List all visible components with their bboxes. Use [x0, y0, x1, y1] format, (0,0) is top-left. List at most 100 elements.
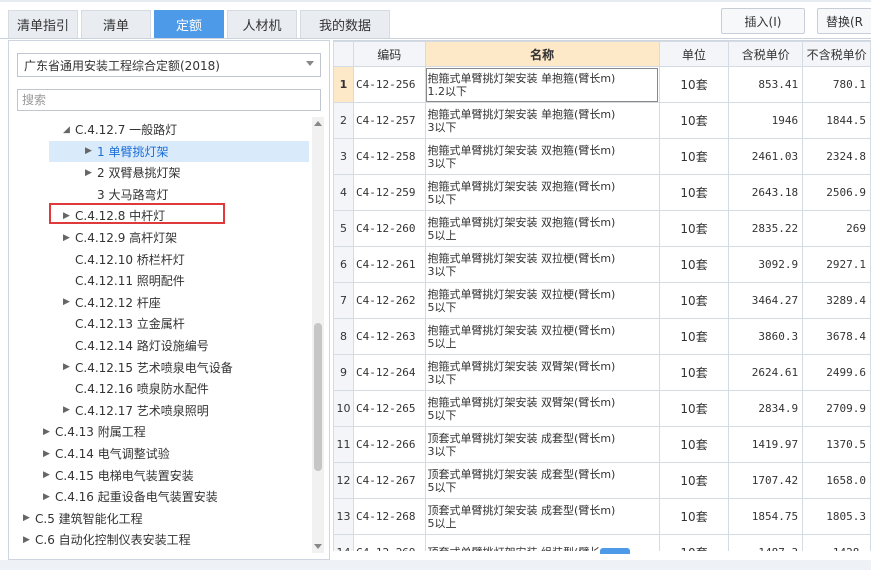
collapsed-arrow-icon[interactable]: ▶	[63, 405, 75, 415]
cell-price-tax[interactable]: 853.41	[728, 66, 804, 103]
cell-name[interactable]: 抱箍式单臂挑灯架安装 双拉梗(臂长m) 5以上	[424, 318, 660, 355]
tree-node[interactable]: ▶ C.4.15 电梯电气装置安装	[43, 465, 194, 486]
row-index[interactable]: 13	[333, 498, 354, 535]
cell-unit[interactable]: 10套	[658, 318, 730, 355]
cell-unit[interactable]: 10套	[658, 498, 730, 535]
cell-price-notax[interactable]: 1370.5	[802, 426, 871, 463]
tree-node[interactable]: ▶ C.4.12.17 艺术喷泉照明	[63, 400, 209, 421]
quota-library-select[interactable]: 广东省通用安装工程综合定额(2018)	[17, 53, 321, 77]
cell-price-tax[interactable]: 1487.3	[728, 534, 804, 551]
cell-price-notax[interactable]: 3678.4	[802, 318, 871, 355]
col-price-tax[interactable]: 含税单价	[728, 41, 804, 67]
tree-node[interactable]: C.4.12.10 桥栏杆灯	[63, 249, 185, 270]
cell-price-notax[interactable]: 780.1	[802, 66, 871, 103]
collapsed-arrow-icon[interactable]: ▶	[85, 146, 97, 156]
table-row[interactable]: 1 C4-12-256 抱箍式单臂挑灯架安装 单抱箍(臂长m) 1.2以下 10套 853…	[333, 66, 871, 103]
cell-code[interactable]: C4-12-268	[352, 498, 426, 535]
cell-price-tax[interactable]: 2835.22	[728, 210, 804, 247]
insert-button[interactable]: 插入(I)	[721, 8, 805, 34]
cell-unit[interactable]: 10套	[658, 390, 730, 427]
tree-node[interactable]: ▶ C.5 建筑智能化工程	[23, 508, 143, 529]
collapsed-arrow-icon[interactable]: ▶	[63, 233, 75, 243]
table-row[interactable]: 6 C4-12-261 抱箍式单臂挑灯架安装 双拉梗(臂长m) 3以下 10套 3092.…	[333, 246, 871, 283]
scroll-down-icon[interactable]	[314, 544, 322, 549]
cell-unit[interactable]: 10套	[658, 426, 730, 463]
cell-unit[interactable]: 10套	[658, 66, 730, 103]
tree-scrollbar[interactable]	[312, 117, 324, 553]
cell-price-tax[interactable]: 2834.9	[728, 390, 804, 427]
cell-code[interactable]: C4-12-267	[352, 462, 426, 499]
cell-code[interactable]: C4-12-266	[352, 426, 426, 463]
tree-node[interactable]: C.4.12.13 立金属杆	[63, 313, 185, 334]
table-row[interactable]: 12 C4-12-267 顶套式单臂挑灯架安装 成套型(臂长m) 5以下 10套 1707…	[333, 462, 871, 499]
cell-price-tax[interactable]: 2624.61	[728, 354, 804, 391]
cell-unit[interactable]: 10套	[658, 354, 730, 391]
cell-code[interactable]: C4-12-269	[352, 534, 426, 551]
collapsed-arrow-icon[interactable]: ▶	[63, 362, 75, 372]
table-row[interactable]: 5 C4-12-260 抱箍式单臂挑灯架安装 双抱箍(臂长m) 5以上 10套 2835.…	[333, 210, 871, 247]
tree-node[interactable]: ◢ C.4.12.7 一般路灯	[63, 119, 177, 140]
cell-price-notax[interactable]: 2506.9	[802, 174, 871, 211]
cell-code[interactable]: C4-12-258	[352, 138, 426, 175]
cell-code[interactable]: C4-12-260	[352, 210, 426, 247]
collapsed-arrow-icon[interactable]: ▶	[43, 470, 55, 480]
table-row[interactable]: 11 C4-12-266 顶套式单臂挑灯架安装 成套型(臂长m) 3以下 10套 1419…	[333, 426, 871, 463]
row-index[interactable]: 6	[333, 246, 354, 283]
cell-price-notax[interactable]: 1805.3	[802, 498, 871, 535]
col-unit[interactable]: 单位	[658, 41, 730, 67]
cell-price-tax[interactable]: 3092.9	[728, 246, 804, 283]
cell-price-tax[interactable]: 2643.18	[728, 174, 804, 211]
replace-button[interactable]: 替换(R	[817, 8, 871, 34]
row-index[interactable]: 14	[333, 534, 354, 551]
cell-price-tax[interactable]: 1946	[728, 102, 804, 139]
collapsed-arrow-icon[interactable]: ▶	[63, 297, 75, 307]
tab-labor-material-machine[interactable]: 人材机	[227, 10, 297, 38]
col-price-notax[interactable]: 不含税单价	[802, 41, 871, 67]
table-row[interactable]: 2 C4-12-257 抱箍式单臂挑灯架安装 单抱箍(臂长m) 3以下 10套 1946 1…	[333, 102, 871, 139]
table-row[interactable]: 13 C4-12-268 顶套式单臂挑灯架安装 成套型(臂长m) 5以上 10套 1854…	[333, 498, 871, 535]
tree-node[interactable]: ▶ 2 双臂悬挑灯架	[85, 162, 180, 183]
cell-unit[interactable]: 10套	[658, 102, 730, 139]
cell-name[interactable]: 顶套式单臂挑灯架安装 成套型(臂长m) 5以下	[424, 462, 660, 499]
row-index[interactable]: 7	[333, 282, 354, 319]
cell-name[interactable]: 抱箍式单臂挑灯架安装 双抱箍(臂长m) 3以下	[424, 138, 660, 175]
col-code[interactable]: 编码	[352, 41, 426, 67]
cell-price-notax[interactable]: 269	[802, 210, 871, 247]
cell-code[interactable]: C4-12-262	[352, 282, 426, 319]
tab-my-data[interactable]: 我的数据	[300, 10, 390, 38]
cell-code[interactable]: C4-12-256	[352, 66, 426, 103]
collapsed-arrow-icon[interactable]: ▶	[23, 513, 35, 523]
scroll-up-icon[interactable]	[314, 121, 322, 126]
tree-node[interactable]: C.4.12.14 路灯设施编号	[63, 335, 209, 356]
cell-unit[interactable]: 10套	[658, 534, 730, 551]
collapsed-arrow-icon[interactable]: ▶	[23, 535, 35, 545]
cell-unit[interactable]: 10套	[658, 462, 730, 499]
cell-unit[interactable]: 10套	[658, 210, 730, 247]
cell-unit[interactable]: 10套	[658, 246, 730, 283]
cell-price-tax[interactable]: 3860.3	[728, 318, 804, 355]
row-index[interactable]: 5	[333, 210, 354, 247]
cell-price-tax[interactable]: 3464.27	[728, 282, 804, 319]
cell-price-tax[interactable]: 2461.03	[728, 138, 804, 175]
grid-resize-handle[interactable]	[600, 548, 630, 554]
table-row[interactable]: 10 C4-12-265 抱箍式单臂挑灯架安装 双臂架(臂长m) 5以下 10套 2834…	[333, 390, 871, 427]
tree-node[interactable]: ▶ C.6 自动化控制仪表安装工程	[23, 529, 191, 550]
cell-price-notax[interactable]: 2709.9	[802, 390, 871, 427]
table-row[interactable]: 7 C4-12-262 抱箍式单臂挑灯架安装 双拉梗(臂长m) 5以下 10套 3464.…	[333, 282, 871, 319]
tree-node[interactable]: 3 大马路弯灯	[85, 184, 168, 205]
cell-name[interactable]: 抱箍式单臂挑灯架安装 双拉梗(臂长m) 5以下	[424, 282, 660, 319]
cell-name[interactable]: 抱箍式单臂挑灯架安装 双臂架(臂长m) 3以下	[424, 354, 660, 391]
tab-quota[interactable]: 定额	[154, 10, 224, 38]
cell-name[interactable]: 抱箍式单臂挑灯架安装 单抱箍(臂长m) 3以下	[424, 102, 660, 139]
cell-price-notax[interactable]: 3289.4	[802, 282, 871, 319]
search-input[interactable]	[17, 89, 321, 111]
collapsed-arrow-icon[interactable]: ▶	[43, 449, 55, 459]
cell-code[interactable]: C4-12-264	[352, 354, 426, 391]
tree-node[interactable]: ▶C.7 通风空调工程	[23, 551, 131, 553]
tree-node[interactable]: C.4.12.11 照明配件	[63, 270, 185, 291]
cell-name[interactable]: 顶套式单臂挑灯架安装 成套型(臂长m) 5以上	[424, 498, 660, 535]
tree-node[interactable]: ▶ C.4.14 电气调整试验	[43, 443, 170, 464]
row-index[interactable]: 10	[333, 390, 354, 427]
cell-code[interactable]: C4-12-263	[352, 318, 426, 355]
row-index[interactable]: 9	[333, 354, 354, 391]
